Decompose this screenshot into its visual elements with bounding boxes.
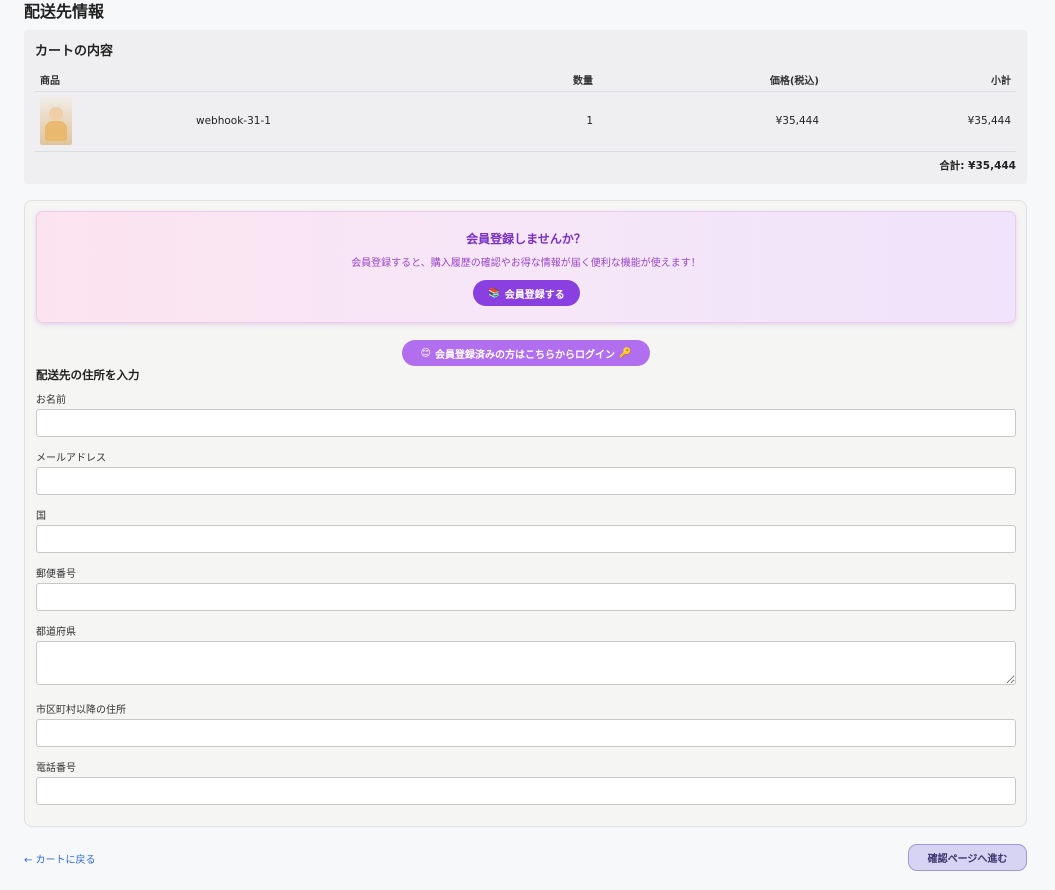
- books-icon: 📚: [488, 287, 501, 299]
- shipping-form-card: 会員登録しませんか？ 会員登録すると、購入履歴の確認やお得な情報が届く便利な機能…: [24, 200, 1027, 827]
- key-icon: 🔑: [618, 347, 632, 359]
- cart-title: カートの内容: [35, 44, 114, 59]
- address-label: 市区町村以降の住所: [36, 705, 126, 716]
- postal-code-field[interactable]: [36, 583, 1016, 611]
- proceed-to-confirm-button[interactable]: 確認ページへ進む: [908, 844, 1027, 871]
- column-header-price: 価格(税込): [769, 76, 819, 87]
- signup-button[interactable]: 📚 会員登録する: [473, 280, 580, 306]
- product-name: webhook-31-1: [196, 115, 271, 127]
- signup-promo-banner: 会員登録しませんか？ 会員登録すると、購入履歴の確認やお得な情報が届く便利な機能…: [36, 211, 1016, 323]
- country-label: 国: [36, 511, 46, 522]
- cart-total: 合計: ¥35,444: [939, 160, 1016, 172]
- prefecture-field[interactable]: [36, 641, 1016, 685]
- address-field[interactable]: [36, 719, 1016, 747]
- name-field[interactable]: [36, 409, 1016, 437]
- product-qty: 1: [586, 115, 593, 127]
- column-header-qty: 数量: [573, 76, 593, 87]
- promo-title: 会員登録しませんか？: [466, 232, 586, 246]
- address-section-title: 配送先の住所を入力: [36, 368, 140, 382]
- email-label: メールアドレス: [36, 453, 106, 464]
- column-header-product: 商品: [40, 76, 60, 87]
- divider: [35, 151, 1016, 152]
- divider: [35, 91, 1016, 92]
- email-field[interactable]: [36, 467, 1016, 495]
- signup-button-label: 会員登録する: [504, 289, 565, 301]
- product-thumbnail[interactable]: [40, 97, 72, 145]
- product-price: ¥35,444: [775, 115, 819, 127]
- phone-field[interactable]: [36, 777, 1016, 805]
- cart-summary: カートの内容 商品 数量 価格(税込) 小計 webhook-31-1 1 ¥3…: [24, 30, 1027, 184]
- page-title: 配送先情報: [24, 2, 105, 21]
- login-button-label: 会員登録済みの方はこちらからログイン: [434, 349, 615, 361]
- product-subtotal: ¥35,444: [967, 115, 1011, 127]
- postal-code-label: 郵便番号: [36, 569, 76, 580]
- country-field[interactable]: [36, 525, 1016, 553]
- smile-icon: 😊: [420, 347, 431, 359]
- name-label: お名前: [36, 395, 66, 406]
- prefecture-label: 都道府県: [36, 627, 76, 638]
- login-button[interactable]: 😊 会員登録済みの方はこちらからログイン 🔑: [402, 340, 650, 366]
- back-to-cart-link[interactable]: ← カートに戻る: [24, 851, 96, 866]
- promo-text: 会員登録すると、購入履歴の確認やお得な情報が届く便利な機能が使えます！: [351, 258, 701, 269]
- phone-label: 電話番号: [36, 763, 76, 774]
- column-header-subtotal: 小計: [991, 76, 1011, 87]
